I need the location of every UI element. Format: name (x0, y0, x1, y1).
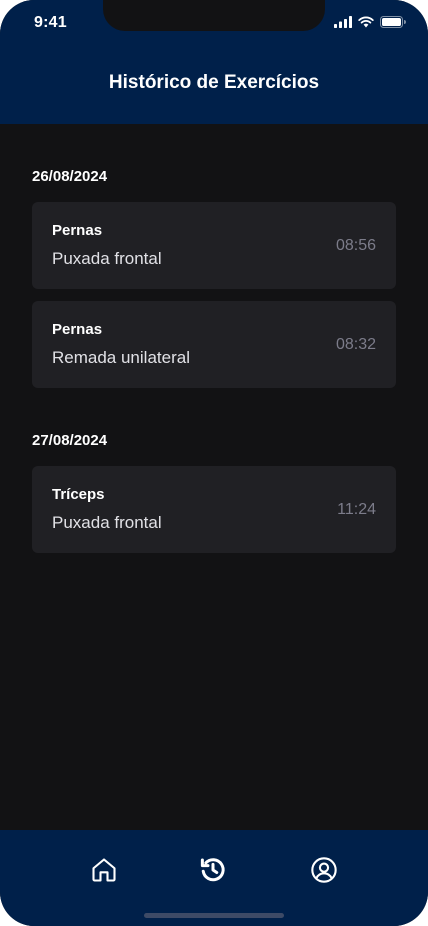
profile-icon (311, 857, 337, 883)
wifi-icon (358, 16, 374, 28)
exercise-time: 08:32 (335, 336, 376, 353)
device-notch (103, 0, 325, 31)
header: 9:41 Histórico de Exercícios (0, 0, 428, 124)
exercise-time: 08:56 (335, 237, 376, 254)
section-date: 27/08/2024 (32, 432, 108, 449)
home-icon (92, 858, 116, 882)
bottom-nav (0, 830, 428, 926)
battery-icon (380, 16, 406, 28)
history-icon (200, 858, 225, 882)
exercise-name: Remada unilateral (52, 348, 190, 367)
nav-profile-button[interactable] (308, 854, 340, 886)
exercise-time: 11:24 (337, 501, 376, 518)
exercise-card[interactable]: Pernas Puxada frontal 08:56 (32, 202, 396, 289)
signal-icon (334, 16, 352, 28)
nav-history-button[interactable] (197, 854, 229, 886)
exercise-card[interactable]: Tríceps Puxada frontal 11:24 (32, 466, 396, 553)
status-icons (334, 15, 406, 29)
muscle-group: Pernas (52, 321, 103, 338)
nav-home-button[interactable] (88, 854, 120, 886)
exercise-name: Puxada frontal (52, 249, 162, 268)
exercise-name: Puxada frontal (52, 513, 162, 532)
page-title: Histórico de Exercícios (108, 72, 320, 93)
home-indicator[interactable] (144, 913, 284, 918)
exercise-card[interactable]: Pernas Remada unilateral 08:32 (32, 301, 396, 388)
section-date: 26/08/2024 (32, 168, 108, 185)
status-time: 9:41 (34, 14, 67, 31)
muscle-group: Tríceps (52, 486, 105, 503)
app-screen: 9:41 Histórico de Exercícios 26/08/2024 … (0, 0, 428, 926)
muscle-group: Pernas (52, 222, 103, 239)
